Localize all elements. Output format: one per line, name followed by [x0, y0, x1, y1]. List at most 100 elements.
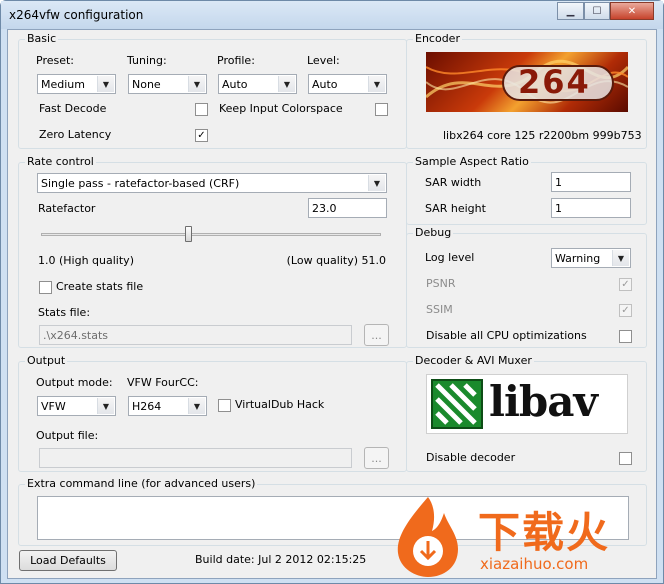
encoder-version: libx264 core 125 r2200bm 999b753: [443, 129, 642, 142]
debug-group: Debug Log level Warning ▼ PSNR ✓ SSIM ✓ …: [406, 226, 647, 348]
browse-label: ...: [371, 451, 382, 465]
ratefactor-value: 23.0: [312, 202, 337, 215]
rate-mode-select[interactable]: Single pass - ratefactor-based (CRF) ▼: [37, 173, 387, 193]
close-button[interactable]: ✕: [610, 2, 654, 20]
preset-select[interactable]: Medium ▼: [37, 74, 116, 94]
fourcc-select[interactable]: H264 ▼: [128, 396, 207, 416]
output-browse-button[interactable]: ...: [364, 447, 389, 469]
close-icon: ✕: [627, 5, 637, 17]
max-quality-label: (Low quality) 51.0: [286, 254, 386, 267]
chevron-down-icon: ▼: [612, 250, 629, 266]
fast-decode-checkbox[interactable]: [195, 103, 208, 116]
profile-value: Auto: [222, 78, 248, 91]
min-quality-label: 1.0 (High quality): [38, 254, 134, 267]
output-file-label: Output file:: [36, 429, 99, 442]
libav-logo-text: libav: [489, 377, 598, 426]
libav-logo: libav: [426, 374, 628, 434]
output-file-input[interactable]: [39, 448, 352, 468]
sar-height-label: SAR height: [425, 202, 486, 215]
checkmark-icon: ✓: [621, 279, 630, 290]
ratefactor-input[interactable]: 23.0: [308, 198, 387, 218]
browse-label: ...: [371, 328, 382, 342]
libav-mark-icon: [431, 379, 483, 429]
chevron-down-icon: ▼: [97, 398, 114, 414]
sar-height-value: 1: [555, 202, 562, 215]
stats-file-value: .\x264.stats: [43, 329, 109, 342]
maximize-button[interactable]: ☐: [584, 2, 610, 20]
stats-file-input[interactable]: .\x264.stats: [39, 325, 352, 345]
checkmark-icon: ✓: [621, 305, 630, 316]
output-group: Output Output mode: VFW ▼ VFW FourCC: H2…: [18, 354, 407, 472]
stats-file-label: Stats file:: [38, 306, 91, 319]
slider-thumb[interactable]: [185, 226, 193, 242]
flame-logo-icon: [397, 497, 458, 577]
output-mode-select[interactable]: VFW ▼: [37, 396, 116, 416]
minimize-button[interactable]: ▁: [557, 2, 584, 20]
watermark: 下载火 xiazaihuo.com: [388, 495, 656, 579]
encoder-group: Encoder 264 libx264 core 125 r2200bm 999…: [406, 32, 647, 149]
preset-value: Medium: [41, 78, 85, 91]
log-level-label: Log level: [425, 251, 475, 264]
rate-control-group: Rate control Single pass - ratefactor-ba…: [18, 155, 407, 348]
create-stats-checkbox[interactable]: [39, 281, 52, 294]
sar-width-input[interactable]: 1: [551, 172, 631, 192]
window-title: x264vfw configuration: [9, 8, 144, 22]
decoder-group-title: Decoder & AVI Muxer: [413, 354, 534, 367]
vdub-hack-label: VirtualDub Hack: [235, 398, 325, 411]
output-mode-label: Output mode:: [36, 376, 113, 389]
profile-select[interactable]: Auto ▼: [218, 74, 297, 94]
psnr-checkbox[interactable]: ✓: [619, 278, 632, 291]
tuning-select[interactable]: None ▼: [128, 74, 207, 94]
chevron-down-icon: ▼: [188, 76, 205, 92]
disable-decoder-label: Disable decoder: [426, 451, 516, 464]
vdub-hack-checkbox[interactable]: [218, 399, 231, 412]
watermark-cn: 下载火: [478, 508, 611, 557]
psnr-label: PSNR: [426, 277, 456, 290]
level-select[interactable]: Auto ▼: [308, 74, 387, 94]
basic-group: Basic Preset: Medium ▼ Tuning: None ▼ Pr…: [18, 32, 407, 149]
load-defaults-button[interactable]: Load Defaults: [19, 550, 117, 571]
sar-height-input[interactable]: 1: [551, 198, 631, 218]
ssim-checkbox[interactable]: ✓: [619, 304, 632, 317]
load-defaults-label: Load Defaults: [30, 554, 106, 567]
output-mode-value: VFW: [41, 400, 66, 413]
build-date: Build date: Jul 2 2012 02:15:25: [195, 553, 367, 566]
chevron-down-icon: ▼: [188, 398, 205, 414]
stats-browse-button[interactable]: ...: [364, 324, 389, 346]
checkmark-icon: ✓: [197, 130, 206, 141]
sar-width-value: 1: [555, 176, 562, 189]
tuning-label: Tuning:: [127, 54, 167, 67]
sar-group-title: Sample Aspect Ratio: [413, 155, 531, 168]
zero-latency-label: Zero Latency: [39, 128, 112, 141]
maximize-icon: ☐: [592, 5, 602, 17]
minimize-icon: ▁: [566, 5, 575, 17]
logo-text: 264: [518, 63, 591, 101]
output-group-title: Output: [25, 354, 68, 367]
x264-logo: 264: [426, 52, 628, 112]
keep-colorspace-label: Keep Input Colorspace: [219, 102, 343, 115]
debug-group-title: Debug: [413, 226, 454, 239]
watermark-url: xiazaihuo.com: [480, 555, 589, 573]
log-level-select[interactable]: Warning ▼: [551, 248, 631, 268]
disable-decoder-checkbox[interactable]: [619, 452, 632, 465]
rate-control-group-title: Rate control: [25, 155, 96, 168]
tuning-value: None: [132, 78, 161, 91]
disable-cpu-checkbox[interactable]: [619, 330, 632, 343]
level-label: Level:: [307, 54, 340, 67]
extra-cmd-group-title: Extra command line (for advanced users): [25, 477, 258, 490]
sar-group: Sample Aspect Ratio SAR width 1 SAR heig…: [406, 155, 647, 225]
title-bar[interactable]: x264vfw configuration ▁ ☐ ✕: [1, 1, 663, 29]
fast-decode-label: Fast Decode: [39, 102, 107, 115]
sar-width-label: SAR width: [425, 176, 482, 189]
rate-mode-value: Single pass - ratefactor-based (CRF): [41, 177, 240, 190]
keep-colorspace-checkbox[interactable]: [375, 103, 388, 116]
zero-latency-checkbox[interactable]: ✓: [195, 129, 208, 142]
chevron-down-icon: ▼: [97, 76, 114, 92]
fourcc-label: VFW FourCC:: [127, 376, 199, 389]
basic-group-title: Basic: [25, 32, 59, 45]
dialog-body: Basic Preset: Medium ▼ Tuning: None ▼ Pr…: [7, 29, 657, 579]
level-value: Auto: [312, 78, 338, 91]
ratefactor-slider[interactable]: [41, 226, 381, 242]
encoder-group-title: Encoder: [413, 32, 462, 45]
chevron-down-icon: ▼: [278, 76, 295, 92]
